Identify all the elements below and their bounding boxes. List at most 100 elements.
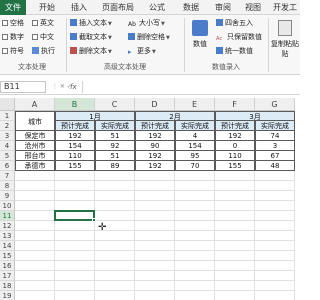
data-cell[interactable]: 51: [95, 151, 135, 161]
grid-cell[interactable]: [255, 181, 295, 191]
grid-cell[interactable]: [175, 191, 215, 201]
keep-numeric-button[interactable]: Ac 只保留数值: [216, 32, 262, 43]
row-header[interactable]: 2: [0, 121, 15, 131]
checkbox-space[interactable]: 空格: [2, 18, 24, 29]
city-name-cell[interactable]: 承德市: [15, 161, 55, 171]
row-header[interactable]: 12: [0, 221, 15, 231]
data-cell[interactable]: 89: [95, 161, 135, 171]
grid-cell[interactable]: [215, 291, 255, 300]
grid-cell[interactable]: [255, 231, 295, 241]
insert-function-button[interactable]: fx: [70, 81, 77, 93]
grid-cell[interactable]: [215, 201, 255, 211]
grid-cell[interactable]: [255, 201, 295, 211]
grid-cell[interactable]: [215, 191, 255, 201]
row-header[interactable]: 5: [0, 151, 15, 161]
grid-cell[interactable]: [55, 181, 95, 191]
grid-cell[interactable]: [55, 261, 95, 271]
row-header[interactable]: 17: [0, 271, 15, 281]
grid-cell[interactable]: [95, 211, 135, 221]
subheader-cell[interactable]: 实际完成: [175, 121, 215, 131]
data-cell[interactable]: 92: [95, 141, 135, 151]
grid-cell[interactable]: [215, 211, 255, 221]
data-cell[interactable]: 192: [55, 131, 95, 141]
city-header-cell[interactable]: 城市: [15, 111, 55, 131]
worksheet-grid[interactable]: A B C D E F G 1 2 3 4 5 6 7 8 9 10 11 12 13 14 15 16 17 18 19 城市 1月…: [0, 98, 300, 300]
tab-home[interactable]: 开始: [34, 0, 60, 15]
column-header[interactable]: A: [15, 98, 55, 111]
row-header[interactable]: 19: [0, 291, 15, 300]
grid-cell[interactable]: [95, 201, 135, 211]
data-cell[interactable]: 48: [255, 161, 295, 171]
grid-cell[interactable]: [55, 271, 95, 281]
grid-cell[interactable]: [15, 281, 55, 291]
grid-cell[interactable]: [135, 251, 175, 261]
case-button[interactable]: Ab 大小写▼: [128, 18, 165, 29]
grid-cell[interactable]: [135, 211, 175, 221]
grid-cell[interactable]: [95, 241, 135, 251]
grid-cell[interactable]: [135, 291, 175, 300]
tab-page-layout[interactable]: 页面布局: [98, 0, 138, 15]
data-cell[interactable]: 3: [255, 141, 295, 151]
data-cell[interactable]: 155: [55, 161, 95, 171]
grid-cell[interactable]: [255, 241, 295, 251]
data-cell[interactable]: 154: [55, 141, 95, 151]
data-cell[interactable]: 0: [215, 141, 255, 151]
grid-cell[interactable]: [135, 271, 175, 281]
checkbox-english[interactable]: 英文: [32, 18, 54, 29]
grid-cell[interactable]: [55, 191, 95, 201]
grid-cell[interactable]: [175, 281, 215, 291]
data-cell[interactable]: 51: [95, 131, 135, 141]
unify-numeric-button[interactable]: 统一数值: [216, 46, 253, 57]
tab-developer[interactable]: 开发工: [270, 0, 300, 15]
grid-cell[interactable]: [135, 221, 175, 231]
insert-text-button[interactable]: 插入文本▼: [70, 18, 112, 29]
city-name-cell[interactable]: 保定市: [15, 131, 55, 141]
checkbox-number[interactable]: 数字: [2, 32, 24, 43]
tab-review[interactable]: 审阅: [210, 0, 236, 15]
data-cell[interactable]: 154: [175, 141, 215, 151]
grid-cell[interactable]: [215, 231, 255, 241]
grid-cell[interactable]: [215, 171, 255, 181]
delete-space-button[interactable]: 删除空格▼: [128, 32, 170, 43]
column-header[interactable]: G: [255, 98, 295, 111]
grid-cell[interactable]: [15, 211, 55, 221]
grid-cell[interactable]: [55, 231, 95, 241]
grid-cell[interactable]: [135, 231, 175, 241]
grid-cell[interactable]: [55, 171, 95, 181]
grid-cell[interactable]: [255, 191, 295, 201]
grid-cell[interactable]: [135, 171, 175, 181]
grid-cell[interactable]: [215, 181, 255, 191]
numeric-button[interactable]: 数值: [188, 18, 212, 58]
grid-cell[interactable]: [215, 221, 255, 231]
data-cell[interactable]: 155: [215, 161, 255, 171]
row-header[interactable]: 15: [0, 251, 15, 261]
grid-cell[interactable]: [15, 201, 55, 211]
grid-cell[interactable]: [55, 281, 95, 291]
grid-cell[interactable]: [95, 271, 135, 281]
row-header[interactable]: 4: [0, 141, 15, 151]
name-box[interactable]: B11: [0, 81, 46, 93]
subheader-cell[interactable]: 预计完成: [55, 121, 95, 131]
grid-cell[interactable]: [95, 281, 135, 291]
grid-cell[interactable]: [175, 291, 215, 300]
grid-cell[interactable]: [55, 291, 95, 300]
data-cell[interactable]: 192: [215, 131, 255, 141]
grid-cell[interactable]: [135, 191, 175, 201]
grid-cell[interactable]: [175, 171, 215, 181]
grid-cell[interactable]: [175, 231, 215, 241]
grid-cell[interactable]: [255, 251, 295, 261]
subheader-cell[interactable]: 预计完成: [215, 121, 255, 131]
grid-cell[interactable]: [175, 211, 215, 221]
data-cell[interactable]: 90: [135, 141, 175, 151]
grid-cell[interactable]: [255, 221, 295, 231]
extract-text-button[interactable]: 截取文本▼: [70, 32, 112, 43]
grid-cell[interactable]: [255, 291, 295, 300]
column-header[interactable]: C: [95, 98, 135, 111]
grid-cell[interactable]: [215, 241, 255, 251]
grid-cell[interactable]: [95, 251, 135, 261]
data-cell[interactable]: 74: [255, 131, 295, 141]
grid-cell[interactable]: [135, 281, 175, 291]
grid-cell[interactable]: [255, 211, 295, 221]
column-header[interactable]: D: [135, 98, 175, 111]
column-header[interactable]: E: [175, 98, 215, 111]
